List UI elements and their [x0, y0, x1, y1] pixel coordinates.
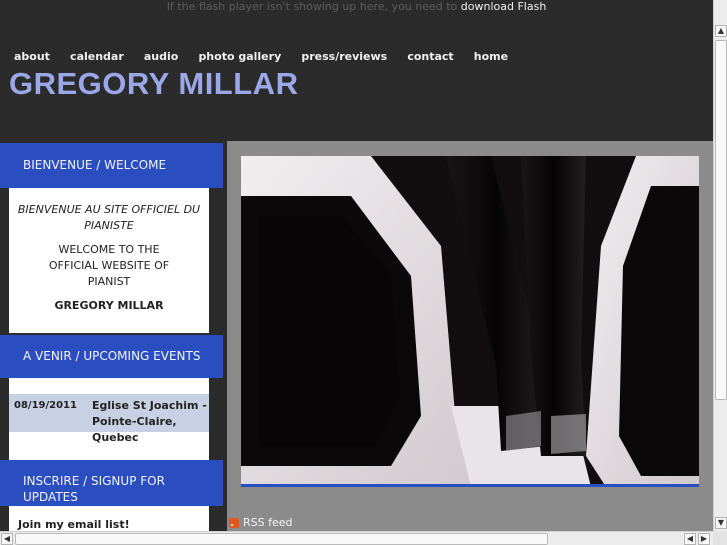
signup-heading: INSCRIRE / SIGNUP FOR UPDATES [0, 460, 223, 506]
event-date: 08/19/2011 [14, 400, 77, 411]
signup-heading-text: INSCRIRE / SIGNUP FOR UPDATES [23, 474, 165, 504]
event-row[interactable]: 08/19/2011 Eglise St Joachim - Pointe-Cl… [9, 394, 209, 444]
nav-audio[interactable]: audio [144, 50, 178, 64]
scroll-down-button[interactable]: ▼ [715, 517, 727, 529]
nav-photo-gallery[interactable]: photo gallery [198, 50, 281, 64]
hero-image [241, 156, 699, 487]
horizontal-scrollbar[interactable]: ◀ ◀ ▶ [0, 531, 713, 545]
scroll-right-button[interactable]: ▶ [698, 533, 710, 545]
join-email-list-link[interactable]: Join my email list! [18, 518, 130, 531]
event-venue: Eglise St Joachim - Pointe-Claire, Quebe… [92, 398, 209, 446]
scroll-up-button[interactable]: ▲ [715, 25, 727, 37]
rss-feed-link[interactable]: RSS feed [229, 512, 293, 529]
main-nav: about calendar audio photo gallery press… [14, 45, 523, 64]
event-venue-line1: Eglise St Joachim - [92, 399, 207, 412]
nav-contact[interactable]: contact [407, 50, 453, 64]
rss-icon [229, 517, 239, 528]
vertical-scrollbar[interactable]: ▲ ▼ [713, 0, 727, 531]
rss-label: RSS feed [243, 516, 293, 529]
nav-calendar[interactable]: calendar [70, 50, 124, 64]
download-flash-link[interactable]: download Flash [461, 0, 547, 13]
welcome-heading-text: BIENVENUE / WELCOME [23, 158, 167, 172]
piano-keys-image [241, 156, 699, 487]
nav-press-reviews[interactable]: press/reviews [301, 50, 387, 64]
welcome-name: GREGORY MILLAR [54, 299, 164, 312]
welcome-french: BIENVENUE AU SITE OFFICIEL DU PIANISTE [17, 203, 201, 232]
events-heading-text: A VENIR / UPCOMING EVENTS [23, 349, 201, 363]
nav-about[interactable]: about [14, 50, 50, 64]
horizontal-scroll-thumb[interactable] [15, 533, 548, 545]
events-heading: A VENIR / UPCOMING EVENTS [0, 335, 223, 378]
welcome-panel: BIENVENUE AU SITE OFFICIEL DU PIANISTE W… [9, 188, 209, 333]
signup-panel: Join my email list! [9, 506, 209, 531]
sidebar: BIENVENUE / WELCOME BIENVENUE AU SITE OF… [0, 141, 227, 531]
scroll-left-button-end[interactable]: ◀ [684, 533, 696, 545]
scroll-left-button[interactable]: ◀ [1, 533, 13, 545]
flash-notice: If the flash player isn't showing up her… [0, 0, 713, 16]
nav-home[interactable]: home [474, 50, 508, 64]
scrollbar-corner [713, 531, 727, 545]
site-title: GREGORY MILLAR [9, 66, 299, 101]
flash-notice-text: If the flash player isn't showing up her… [166, 0, 458, 13]
welcome-heading: BIENVENUE / WELCOME [0, 143, 223, 188]
welcome-english: WELCOME TO THE OFFICIAL WEBSITE OF PIANI… [48, 243, 170, 288]
vertical-scroll-thumb[interactable] [715, 40, 727, 400]
event-venue-line2: Pointe-Claire, Quebec [92, 415, 177, 444]
main-content: RSS feed [227, 141, 713, 531]
